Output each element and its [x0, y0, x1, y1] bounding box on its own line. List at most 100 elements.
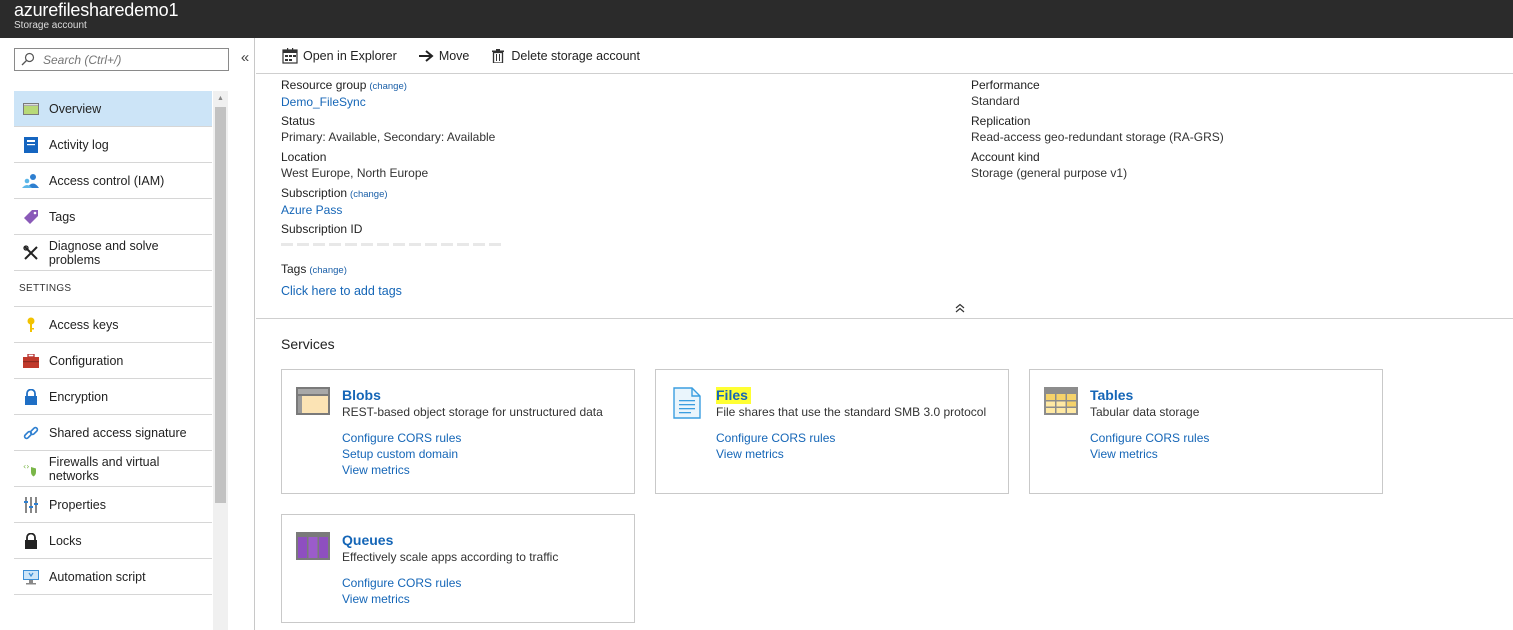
explorer-icon — [281, 47, 299, 64]
tables-title-link[interactable]: Tables — [1090, 387, 1209, 404]
account-kind-label: Account kind — [971, 150, 1040, 164]
menu-item-label: Activity log — [49, 137, 109, 152]
location-value: West Europe, North Europe — [281, 166, 429, 180]
essentials-panel: Resource group (change) Demo_FileSync Sta… — [256, 75, 1513, 319]
menu-item-overview[interactable]: Overview — [14, 91, 212, 127]
resource-group-label: Resource group — [281, 78, 367, 92]
change-resource-group-link[interactable]: (change) — [369, 81, 407, 92]
briefcase-icon — [22, 352, 40, 370]
open-in-explorer-button[interactable]: Open in Explorer — [281, 47, 397, 64]
scroll-thumb[interactable] — [215, 107, 226, 503]
move-label: Move — [438, 48, 470, 63]
queues-view-metrics-link[interactable]: View metrics — [342, 591, 558, 607]
collapse-menu-button[interactable]: « — [238, 49, 252, 67]
tag-icon — [22, 208, 40, 226]
menu-item-properties[interactable]: Properties — [14, 487, 212, 523]
file-share-icon — [673, 387, 701, 419]
menu-item-label: Properties — [49, 497, 106, 512]
account-kind-value: Storage (general purpose v1) — [971, 166, 1128, 180]
subscription-label: Subscription — [281, 186, 348, 200]
menu-search[interactable] — [14, 48, 229, 71]
trash-icon — [489, 48, 507, 64]
menu-item-diagnose[interactable]: Diagnose and solve problems — [14, 235, 212, 271]
change-subscription-link[interactable]: (change) — [350, 189, 388, 200]
subscription-link[interactable]: Azure Pass — [281, 202, 501, 218]
blade-title: azurefilesharedemo1 — [14, 0, 179, 20]
tables-configure-cors-link[interactable]: Configure CORS rules — [1090, 430, 1209, 446]
menu-item-label: Access keys — [49, 317, 119, 332]
menu-item-label: Access control (IAM) — [49, 173, 165, 188]
blobs-configure-cors-link[interactable]: Configure CORS rules — [342, 430, 603, 446]
firewall-icon: ‹› — [22, 460, 40, 478]
performance-label: Performance — [971, 78, 1040, 92]
resource-group-field: Resource group (change) Demo_FileSync — [281, 78, 501, 114]
menu-item-shared-access-signature[interactable]: Shared access signature — [14, 415, 212, 451]
menu-item-tags[interactable]: Tags — [14, 199, 212, 235]
menu-item-label: Firewalls and virtual networks — [48, 454, 160, 483]
menu-item-access-control[interactable]: Access control (IAM) — [14, 163, 212, 199]
menu-item-label: Configuration — [49, 353, 124, 368]
search-input[interactable] — [43, 51, 223, 68]
menu-item-locks[interactable]: Locks — [14, 523, 212, 559]
scroll-up-arrow-icon[interactable]: ▲ — [213, 91, 228, 106]
blobs-view-metrics-link[interactable]: View metrics — [342, 462, 603, 478]
access-control-icon — [22, 172, 40, 190]
files-view-metrics-link[interactable]: View metrics — [716, 446, 986, 462]
properties-icon — [22, 496, 40, 514]
essentials-right-column: Performance Standard Replication Read-ac… — [971, 78, 1224, 186]
overview-icon — [22, 100, 40, 118]
menu-item-automation-script[interactable]: Automation script — [14, 559, 212, 595]
padlock-icon — [22, 532, 40, 550]
blobs-service-card[interactable]: Blobs REST-based object storage for unst… — [281, 369, 635, 494]
menu-scrollbar[interactable]: ▲ — [213, 91, 228, 630]
status-label: Status — [281, 114, 316, 128]
automation-icon — [22, 568, 40, 586]
menu-item-firewalls[interactable]: ‹› Firewalls and virtual networks — [14, 451, 212, 487]
files-service-card[interactable]: Files File shares that use the standard … — [655, 369, 1009, 494]
subscription-id-label: Subscription ID — [281, 222, 363, 236]
tables-view-metrics-link[interactable]: View metrics — [1090, 446, 1209, 462]
activity-log-icon — [22, 136, 40, 154]
files-configure-cors-link[interactable]: Configure CORS rules — [716, 430, 986, 446]
resource-group-link[interactable]: Demo_FileSync — [281, 94, 501, 110]
change-tags-link[interactable]: (change) — [309, 265, 347, 276]
collapse-essentials-icon[interactable] — [954, 303, 966, 317]
services-heading: Services — [281, 336, 335, 352]
queues-configure-cors-link[interactable]: Configure CORS rules — [342, 575, 558, 591]
menu-item-label: Diagnose and solve problems — [48, 238, 159, 267]
essentials-left-column: Resource group (change) Demo_FileSync Sta… — [281, 78, 501, 258]
move-button[interactable]: Move — [417, 48, 470, 64]
add-tags-link[interactable]: Click here to add tags — [281, 284, 402, 298]
queues-service-card[interactable]: Queues Effectively scale apps according … — [281, 514, 635, 623]
blobs-setup-custom-domain-link[interactable]: Setup custom domain — [342, 446, 603, 462]
queue-storage-icon — [296, 532, 330, 560]
files-title-link[interactable]: Files — [716, 387, 751, 404]
delete-storage-account-button[interactable]: Delete storage account — [489, 48, 640, 64]
menu-item-label: Tags — [49, 209, 76, 224]
queues-title-link[interactable]: Queues — [342, 532, 558, 549]
svg-text:‹›: ‹› — [23, 462, 29, 471]
menu-item-label: Shared access signature — [49, 425, 187, 440]
resource-menu: « Overview Activity log Access control (… — [0, 38, 255, 630]
lock-icon — [22, 388, 40, 406]
location-field: Location West Europe, North Europe — [281, 150, 501, 186]
blade-header: azurefilesharedemo1 Storage account — [0, 0, 1513, 38]
menu-item-encryption[interactable]: Encryption — [14, 379, 212, 415]
blobs-description: REST-based object storage for unstructur… — [342, 405, 603, 419]
arrow-right-icon — [417, 48, 435, 64]
replication-label: Replication — [971, 114, 1031, 128]
tables-service-card[interactable]: Tables Tabular data storage Configure CO… — [1029, 369, 1383, 494]
tags-label: Tags — [281, 262, 307, 276]
performance-value: Standard — [971, 94, 1020, 108]
menu-item-activity-log[interactable]: Activity log — [14, 127, 212, 163]
replication-value: Read-access geo-redundant storage (RA-GR… — [971, 130, 1224, 144]
menu-item-access-keys[interactable]: Access keys — [14, 307, 212, 343]
blobs-title-link[interactable]: Blobs — [342, 387, 603, 404]
tables-description: Tabular data storage — [1090, 405, 1200, 419]
subscription-id-redacted — [281, 243, 501, 246]
search-icon — [21, 52, 35, 66]
command-bar: Open in Explorer Move Delete storage acc… — [256, 38, 1513, 74]
subscription-field: Subscription (change) Azure Pass — [281, 186, 501, 222]
performance-field: Performance Standard — [971, 78, 1224, 114]
menu-item-configuration[interactable]: Configuration — [14, 343, 212, 379]
